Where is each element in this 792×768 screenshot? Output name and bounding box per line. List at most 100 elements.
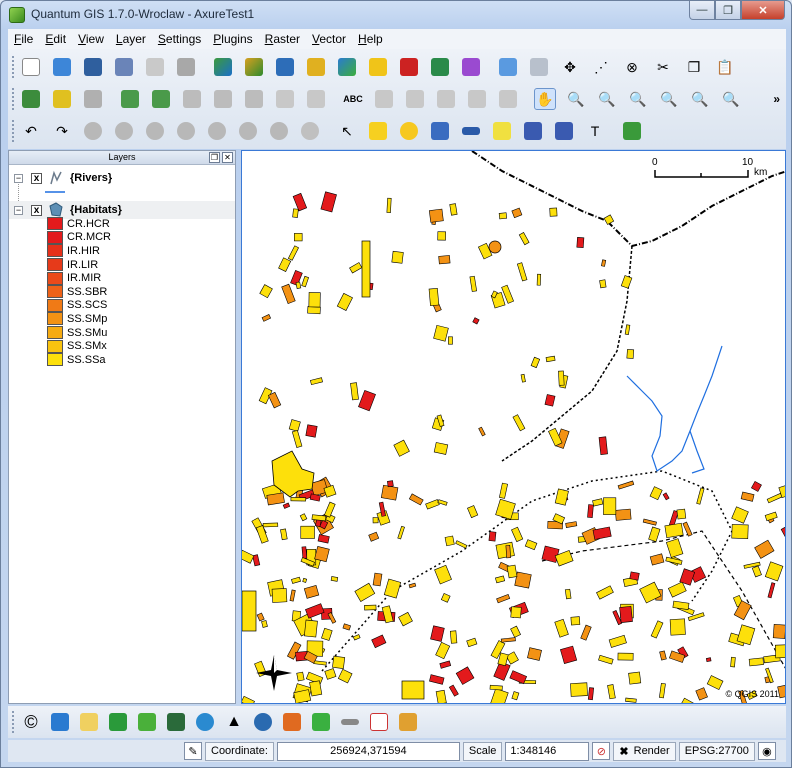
measure-icon[interactable] — [460, 120, 482, 142]
north-arrow-tool-icon[interactable] — [252, 711, 274, 733]
coordinate-field[interactable]: 256924,371594 — [276, 741, 460, 761]
add-part-icon[interactable] — [150, 88, 172, 110]
reshape-icon[interactable] — [212, 88, 234, 110]
float-panel-button[interactable]: ❐ — [209, 152, 220, 163]
new-bookmark-icon[interactable] — [522, 120, 544, 142]
pan-tool-icon[interactable]: ✋ — [534, 88, 556, 110]
menu-vector[interactable]: Vector — [306, 32, 352, 46]
menu-settings[interactable]: Settings — [152, 32, 207, 46]
merge-icon[interactable] — [274, 88, 296, 110]
raster-calculator-icon[interactable] — [49, 711, 71, 733]
add-feature-icon[interactable] — [20, 88, 42, 110]
zoom-next-icon[interactable]: ↷ — [51, 120, 73, 142]
toolbar-grip[interactable] — [12, 56, 16, 78]
node-tool-icon[interactable]: ⋰ — [590, 56, 612, 78]
toolbar-grip[interactable] — [12, 120, 16, 142]
change-label-icon[interactable] — [497, 88, 519, 110]
print-icon[interactable] — [175, 56, 197, 78]
zoom-selection-icon[interactable]: 🔍 — [658, 88, 680, 110]
label-icon[interactable]: ABC — [342, 88, 364, 110]
deselect-icon[interactable] — [175, 120, 197, 142]
layer-habitats[interactable]: − x {Habitats} — [9, 201, 235, 219]
text-annotation-icon[interactable]: T — [584, 120, 606, 142]
toolbar-overflow-button[interactable]: » — [773, 92, 780, 106]
move-label-icon[interactable] — [435, 88, 457, 110]
add-wfs-layer-icon[interactable] — [429, 56, 451, 78]
image-plugin-icon[interactable] — [397, 711, 419, 733]
capture-point-icon[interactable] — [51, 88, 73, 110]
globe-icon[interactable] — [194, 711, 216, 733]
remove-layer-icon[interactable] — [398, 56, 420, 78]
d2s-icon[interactable] — [78, 711, 100, 733]
messages-icon[interactable]: ◉ — [757, 742, 776, 760]
layer-visibility-checkbox[interactable]: x — [31, 204, 42, 216]
add-spatialite-layer-icon[interactable] — [305, 56, 327, 78]
add-plugin-icon[interactable] — [621, 120, 643, 142]
new-shapefile-icon[interactable] — [367, 56, 389, 78]
zoom-full-icon[interactable]: 🔍 — [627, 88, 649, 110]
toolbar-grip[interactable] — [12, 711, 16, 733]
collapse-toggle[interactable]: − — [14, 205, 23, 215]
copyright-label-icon[interactable]: © — [20, 711, 42, 733]
zoom-actual-icon[interactable]: 🔍 — [720, 88, 742, 110]
toolbar-grip[interactable] — [12, 88, 16, 110]
show-bookmarks-icon[interactable] — [553, 120, 575, 142]
paste-features-icon[interactable]: 📋 — [714, 56, 736, 78]
add-vector-layer-icon[interactable] — [212, 56, 234, 78]
layer-visibility-checkbox[interactable]: x — [31, 172, 42, 184]
save-project-as-icon[interactable] — [113, 56, 135, 78]
select-dropdown-icon[interactable] — [367, 120, 389, 142]
close-button[interactable]: ✕ — [741, 1, 785, 20]
zoom-layer-icon[interactable]: 🔍 — [689, 88, 711, 110]
open-table-icon[interactable] — [206, 120, 228, 142]
menu-view[interactable]: View — [72, 32, 110, 46]
interpolation-icon[interactable] — [136, 711, 158, 733]
select-features-icon[interactable] — [144, 120, 166, 142]
toggle-coordinate-icon[interactable]: ✎ — [184, 742, 202, 760]
maximize-button[interactable]: ❐ — [715, 1, 741, 20]
simplify-icon[interactable] — [181, 88, 203, 110]
rotate-label-icon[interactable] — [466, 88, 488, 110]
deselect-all-icon[interactable] — [398, 120, 420, 142]
pointer-select-icon[interactable]: ↖ — [336, 120, 358, 142]
road-graph-icon[interactable] — [165, 711, 187, 733]
annotation-icon[interactable] — [268, 120, 290, 142]
copy-features-icon[interactable]: ❐ — [683, 56, 705, 78]
map-tips-icon[interactable] — [299, 120, 321, 142]
zoom-last-icon[interactable]: ↶ — [20, 120, 42, 142]
menu-edit[interactable]: Edit — [39, 32, 72, 46]
new-project-icon[interactable] — [20, 56, 42, 78]
refresh-icon[interactable] — [82, 120, 104, 142]
toggle-editing-icon[interactable] — [497, 56, 519, 78]
add-wms-layer-icon[interactable] — [336, 56, 358, 78]
menu-plugins[interactable]: Plugins — [207, 32, 258, 46]
map-tip-bubble-icon[interactable] — [491, 120, 513, 142]
map-canvas[interactable]: 0 10 km © QGIS 2011 — [241, 150, 786, 704]
scale-bar-tool-icon[interactable] — [339, 711, 361, 733]
collapse-toggle[interactable]: − — [14, 173, 23, 183]
layer-rivers[interactable]: − x {Rivers} — [9, 169, 112, 187]
menu-help[interactable]: Help — [352, 32, 389, 46]
projection-button[interactable]: EPSG:27700 — [678, 741, 755, 761]
open-project-icon[interactable] — [51, 56, 73, 78]
zoom-in-icon[interactable]: 🔍 — [565, 88, 587, 110]
minimize-button[interactable]: — — [689, 1, 715, 20]
add-postgis-layer-icon[interactable] — [274, 56, 296, 78]
print-composer-icon[interactable] — [144, 56, 166, 78]
rotate-icon[interactable] — [305, 88, 327, 110]
split-icon[interactable] — [243, 88, 265, 110]
coordinate-capture-icon[interactable] — [368, 711, 390, 733]
attribute-table-icon[interactable] — [429, 120, 451, 142]
measure-line-icon[interactable] — [237, 120, 259, 142]
close-panel-button[interactable]: ✕ — [222, 152, 233, 163]
cut-features-icon[interactable]: ✂ — [652, 56, 674, 78]
terrain-profile-icon[interactable]: ▲ — [223, 711, 245, 733]
move-feature-icon[interactable]: ✥ — [559, 56, 581, 78]
stop-render-icon[interactable]: ⊘ — [592, 742, 611, 760]
add-ring-icon[interactable] — [119, 88, 141, 110]
georeferencer-icon[interactable] — [107, 711, 129, 733]
save-edits-icon[interactable] — [528, 56, 550, 78]
show-hide-labels-icon[interactable] — [404, 88, 426, 110]
oracle-layer-icon[interactable] — [460, 56, 482, 78]
menu-raster[interactable]: Raster — [259, 32, 306, 46]
